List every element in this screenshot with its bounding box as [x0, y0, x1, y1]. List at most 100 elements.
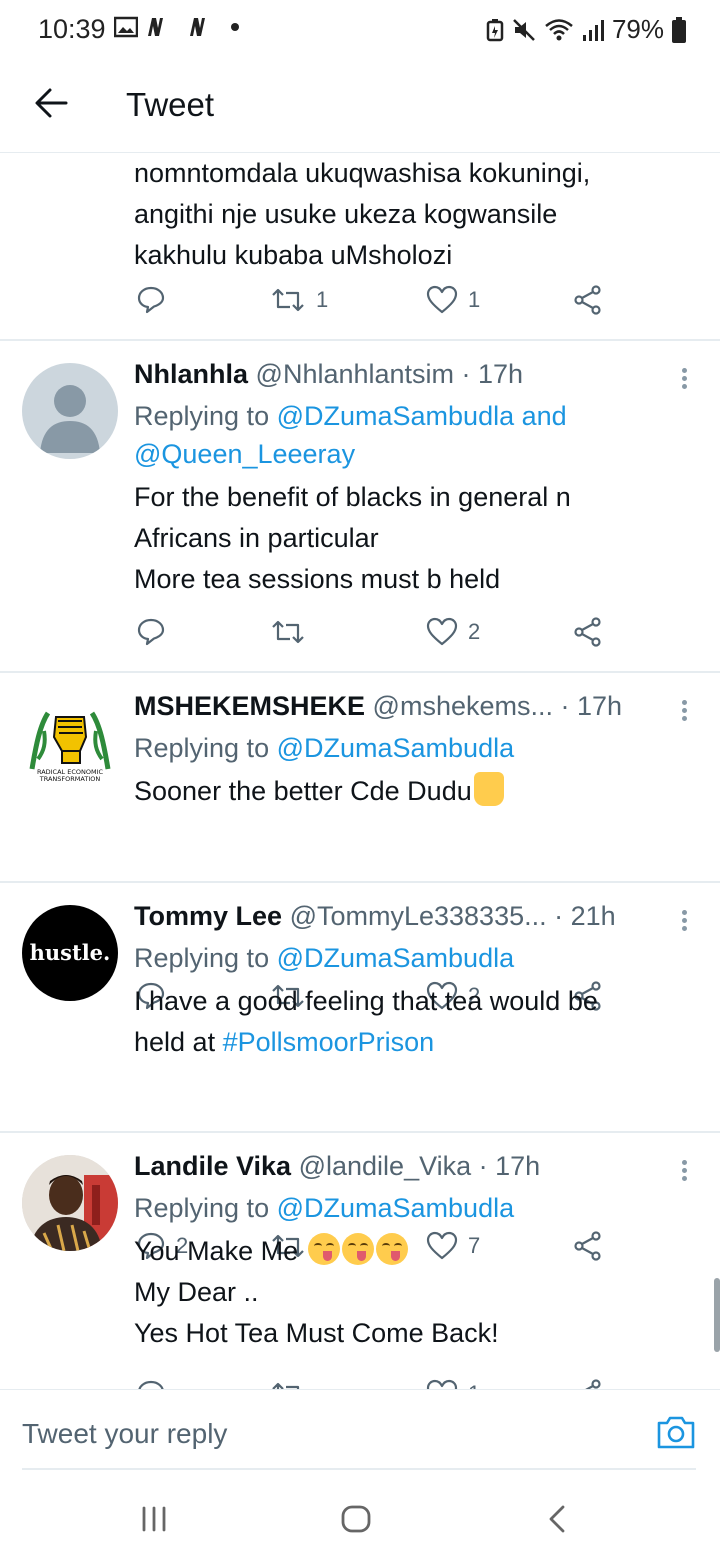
notification-icons [114, 16, 240, 38]
hashtag-link[interactable]: #PollsmoorPrison [223, 1027, 435, 1057]
reply-icon [138, 1380, 164, 1389]
camera-icon[interactable] [656, 1414, 696, 1450]
page-title: Tweet [126, 86, 215, 123]
share-button[interactable] [572, 285, 604, 315]
retweet-button[interactable] [270, 1379, 306, 1389]
reply-composer[interactable]: Tweet your reply [0, 1389, 720, 1470]
replying-to-continued: @Queen_Leeeray [134, 435, 690, 473]
tweet-text: I have a good feeling that tea would be … [134, 986, 598, 1057]
display-name[interactable]: MSHEKEMSHEKE [134, 691, 365, 721]
home-icon[interactable] [340, 1504, 372, 1534]
app-bar: Tweet [0, 56, 720, 153]
reply-icon [137, 286, 165, 314]
avatar[interactable] [22, 1155, 118, 1251]
signal-icon [582, 19, 604, 41]
divider [0, 671, 720, 673]
hustle-logo-icon: hustle. [30, 940, 111, 965]
yum-emoji [307, 1233, 340, 1265]
share-icon [585, 1379, 601, 1389]
mention-link[interactable]: @DZumaSambudla [277, 733, 515, 763]
heart-icon [426, 617, 458, 646]
more-icon[interactable] [682, 365, 690, 392]
like-button[interactable]: 1 [426, 285, 480, 315]
mention-link[interactable]: @DZumaSambudla [277, 943, 515, 973]
recent-apps-icon[interactable] [140, 1505, 168, 1533]
avatar[interactable]: RADICAL ECONOMIC TRANSFORMATION [22, 695, 118, 791]
logo-text: TRANSFORMATION [39, 775, 101, 783]
more-icon[interactable] [682, 907, 690, 934]
back-nav-icon[interactable] [546, 1504, 568, 1534]
wifi-icon [545, 18, 573, 40]
scrollbar[interactable] [714, 1278, 720, 1352]
tweet-text: You Make Me My Dear .. Yes Hot Tea Must … [134, 1231, 690, 1354]
battery-saver-icon [486, 18, 504, 41]
fist-logo-icon: RADICAL ECONOMIC TRANSFORMATION [29, 711, 111, 783]
retweet-icon [272, 1382, 300, 1389]
retweet-button[interactable]: 1 [270, 285, 328, 315]
yum-emoji [375, 1233, 408, 1265]
gallery-icon [114, 16, 138, 38]
reply-icon [137, 618, 165, 646]
like-button[interactable]: 1 [426, 1379, 480, 1389]
tweet-header: Tommy Lee @TommyLe338335... · 21h [134, 897, 690, 935]
like-button[interactable]: 2 [426, 617, 480, 647]
handle-time: @landile_Vika · 17h [298, 1151, 541, 1181]
tweet-header: Landile Vika @landile_Vika · 17h [134, 1147, 690, 1185]
app-icon [190, 18, 205, 36]
retweet-icon [272, 620, 304, 644]
reply-button[interactable] [136, 1379, 166, 1389]
avatar[interactable]: hustle. [22, 905, 118, 1001]
divider [0, 881, 720, 883]
avatar[interactable] [22, 363, 118, 459]
display-name[interactable]: Tommy Lee [134, 901, 282, 931]
logo-text: hustle. [30, 940, 111, 965]
retweet-icon [272, 288, 304, 312]
divider [0, 1131, 720, 1133]
tweet-text: For the benefit of blacks in general n A… [134, 482, 571, 594]
heart-icon [426, 285, 458, 314]
system-status: 79% [486, 14, 686, 45]
reply-button[interactable] [136, 285, 166, 315]
share-button[interactable] [572, 1379, 604, 1389]
display-name[interactable]: Nhlanhla [134, 359, 248, 389]
status-bar: 10:39 79% [0, 0, 720, 56]
tweet-header: MSHEKEMSHEKE @mshekems... · 17h [134, 687, 690, 725]
share-icon [574, 285, 601, 315]
battery-icon [672, 16, 686, 43]
tweet-header: Nhlanhla @Nhlanhlantsim · 17h [134, 355, 690, 393]
more-icon[interactable] [682, 1157, 690, 1184]
handle-time: @Nhlanhlantsim · 17h [255, 359, 524, 389]
app-icon [148, 18, 163, 36]
back-arrow-icon[interactable] [34, 86, 68, 120]
replies-feed[interactable]: nomntomdala ukuqwashisa kokuningi, angit… [0, 153, 720, 1389]
replying-to: Replying to @DZumaSambudla [134, 1193, 515, 1223]
tweet-actions: 1 1 [0, 285, 720, 325]
tweet-text: Sooner the better Cde Dudu [134, 771, 690, 812]
dot-icon [231, 23, 239, 31]
handle-time: @TommyLe338335... · 21h [289, 901, 616, 931]
replying-to: Replying to @DZumaSambudla [134, 733, 515, 763]
battery-percent: 79% [611, 14, 664, 44]
share-icon [574, 617, 601, 647]
mention-link[interactable]: @Queen_Leeeray [134, 439, 355, 469]
replying-to: Replying to @DZumaSambudla and [134, 401, 567, 431]
share-button[interactable] [572, 617, 604, 647]
replying-to: Replying to @DZumaSambudla [134, 943, 515, 973]
divider [0, 339, 720, 341]
heart-icon [426, 1379, 458, 1389]
status-time: 10:39 [38, 14, 106, 44]
reply-input[interactable]: Tweet your reply [22, 1418, 227, 1450]
display-name[interactable]: Landile Vika [134, 1151, 291, 1181]
system-navigation-bar [0, 1470, 720, 1560]
tweet-text: nomntomdala ukuqwashisa kokuningi, angit… [134, 158, 591, 270]
default-avatar-icon [40, 385, 100, 453]
more-icon[interactable] [682, 697, 690, 724]
profile-photo [22, 1155, 118, 1251]
yum-emoji [341, 1233, 374, 1265]
raised-fist-emoji [473, 772, 504, 806]
reply-button[interactable] [136, 617, 166, 647]
tweet-actions: 1 [0, 1379, 720, 1389]
mention-link[interactable]: @DZumaSambudla and [277, 401, 567, 431]
mention-link[interactable]: @DZumaSambudla [277, 1193, 515, 1223]
retweet-button[interactable] [270, 617, 306, 647]
